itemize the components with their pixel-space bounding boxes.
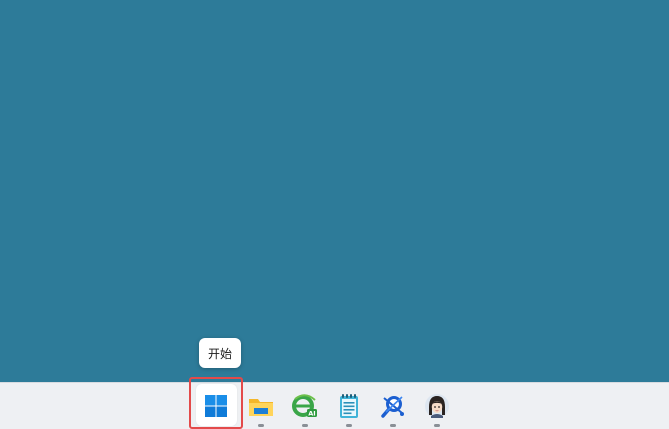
notepad-icon [336,393,362,419]
magnifier-tool-icon [380,393,406,419]
folder-icon [248,393,274,419]
desktop-background [0,0,669,382]
browser-ai-icon: AI [292,393,318,419]
running-indicator [258,424,264,427]
running-indicator [346,424,352,427]
start-button[interactable] [196,386,236,426]
start-tooltip: 开始 [199,338,242,368]
taskbar-notepad[interactable] [329,386,369,427]
taskbar-browser[interactable]: AI [285,386,325,427]
running-indicator [302,424,308,427]
svg-text:AI: AI [308,410,315,418]
taskbar-search-tool[interactable] [373,386,413,427]
running-indicator [390,424,396,427]
avatar-girl-icon [424,393,450,419]
screen: 开始 AI [0,0,669,429]
windows-logo-icon [203,393,229,419]
running-indicator [434,424,440,427]
taskbar-avatar-app[interactable] [417,386,457,427]
taskbar-file-explorer[interactable] [241,386,281,427]
